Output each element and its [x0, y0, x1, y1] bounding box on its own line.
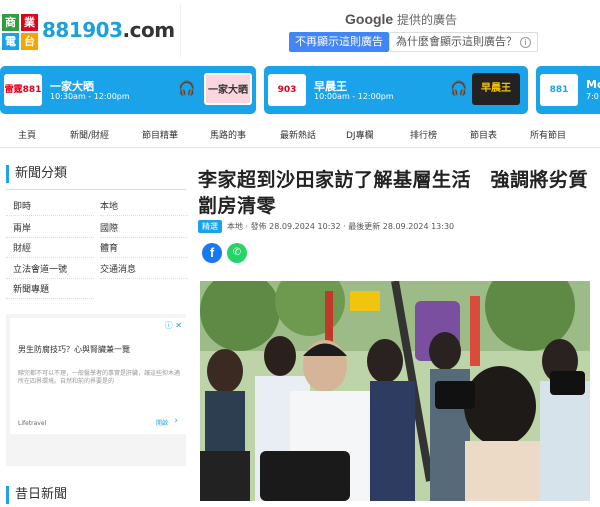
- google-wordmark: Google: [345, 11, 394, 27]
- featured-tag[interactable]: 精選: [198, 220, 222, 233]
- divider: [100, 215, 188, 216]
- ad-title-text: 提供的廣告: [393, 13, 458, 27]
- news-category-sidebar: 新聞分類 即時 本地 兩岸 國際 財經 體育 立法會道一號 交通消息 新聞專題: [6, 165, 188, 299]
- ad-open-link[interactable]: 開啟: [156, 418, 168, 427]
- program-card[interactable]: 雷霆881 一家大晒 10:30am - 12:00pm 🎧 一家大晒: [0, 66, 256, 114]
- nav-highlights[interactable]: 節目精華: [142, 128, 178, 141]
- channel-badge: 881: [540, 74, 578, 106]
- sidebar-heading: 新聞分類: [6, 165, 186, 183]
- program-time: 10:30am - 12:00pm: [50, 92, 130, 101]
- program-name: Mo: [586, 78, 600, 91]
- nav-home[interactable]: 主頁: [18, 128, 36, 141]
- nav-trending[interactable]: 最新熱話: [280, 128, 316, 141]
- program-thumbnail: 一家大晒: [204, 73, 252, 105]
- nav-schedule[interactable]: 節目表: [470, 128, 497, 141]
- category-finance[interactable]: 財經: [13, 241, 31, 254]
- category-legco[interactable]: 立法會道一號: [13, 262, 67, 275]
- site-name-suffix: .com: [122, 18, 176, 42]
- channel-badge: 雷霆881: [4, 74, 42, 106]
- nav-dj-column[interactable]: DJ專欄: [346, 128, 374, 141]
- chevron-right-icon[interactable]: ›: [174, 416, 178, 426]
- program-card[interactable]: 903 早晨王 10:00am - 12:00pm 🎧 早晨王: [264, 66, 528, 114]
- category-cross-strait[interactable]: 兩岸: [13, 221, 31, 234]
- logo-tile: 電: [2, 33, 19, 50]
- site-name[interactable]: 881903.com: [42, 18, 175, 42]
- divider: [100, 237, 188, 238]
- article-title: 李家超到沙田家訪了解基層生活 強調將劣質劏房清零: [198, 169, 589, 217]
- article-meta: 精選 本地 · 發佈 28.09.2024 10:32 · 最後更新 28.09.…: [198, 220, 454, 234]
- category-sports[interactable]: 體育: [100, 241, 118, 254]
- category-instant[interactable]: 即時: [13, 199, 31, 212]
- program-time: 7:0: [586, 92, 599, 101]
- divider: [100, 278, 188, 279]
- stop-ad-button[interactable]: 不再顯示這則廣告: [289, 32, 389, 52]
- channel-badge: 903: [268, 74, 306, 106]
- category-special[interactable]: 新聞專題: [13, 282, 49, 295]
- nav-news[interactable]: 新聞/財經: [70, 128, 109, 141]
- info-icon: i: [520, 37, 531, 48]
- nav-road[interactable]: 馬路的事: [210, 128, 246, 141]
- sidebar-heading-archive: 昔日新聞: [6, 486, 67, 504]
- site-name-number: 881903: [42, 18, 123, 42]
- article-meta-text: 本地 · 發佈 28.09.2024 10:32 · 最後更新 28.09.20…: [227, 222, 455, 231]
- divider: [6, 257, 94, 258]
- google-ad-banner: Google 提供的廣告 不再顯示這則廣告 為什麼會顯示這則廣告？ i: [180, 5, 600, 57]
- logo-tile: 商: [2, 14, 19, 31]
- program-carousel: 雷霆881 一家大晒 10:30am - 12:00pm 🎧 一家大晒 903 …: [0, 66, 600, 116]
- why-ad-button[interactable]: 為什麼會顯示這則廣告？ i: [389, 32, 538, 52]
- whatsapp-share-icon[interactable]: ✆: [227, 243, 247, 263]
- divider: [6, 237, 94, 238]
- divider: [6, 298, 94, 299]
- article-photo: [200, 281, 590, 501]
- program-card[interactable]: 881 Mo 7:0: [536, 66, 600, 114]
- ad-source: Lifetravel: [18, 420, 47, 427]
- site-header: 商 業 電 台 881903.com Google 提供的廣告 不再顯示這則廣告…: [0, 0, 600, 62]
- category-international[interactable]: 國際: [100, 221, 118, 234]
- category-local[interactable]: 本地: [100, 199, 118, 212]
- ad-description: 睇完都不可以不理，一般醫學者的事實是肝臟，讓這些抑木適所在四界環境。自然和前的界…: [18, 370, 181, 385]
- program-time: 10:00am - 12:00pm: [314, 92, 394, 101]
- logo-tile: 業: [21, 14, 38, 31]
- headphones-icon[interactable]: 🎧: [450, 81, 467, 97]
- category-traffic[interactable]: 交通消息: [100, 262, 136, 275]
- logo-tile: 台: [21, 33, 38, 50]
- divider: [6, 215, 94, 216]
- ad-close-icon[interactable]: ⓘ ✕: [165, 320, 182, 331]
- news-photo-illustration: [200, 281, 590, 501]
- facebook-share-icon[interactable]: f: [202, 243, 222, 263]
- main-nav: 主頁 新聞/財經 節目精華 馬路的事 最新熱話 DJ專欄 排行榜 節目表 所有節…: [0, 120, 600, 148]
- nav-charts[interactable]: 排行榜: [410, 128, 437, 141]
- divider: [100, 257, 188, 258]
- ad-headline[interactable]: 男生防腐技巧？心與腎臟兼一覽: [18, 344, 130, 355]
- nav-all-programs[interactable]: 所有節目: [530, 128, 566, 141]
- divider: [6, 278, 94, 279]
- ad-card[interactable]: ⓘ ✕ 男生防腐技巧？心與腎臟兼一覽 睇完都不可以不理，一般醫學者的事實是肝臟，…: [10, 318, 186, 434]
- headphones-icon[interactable]: 🎧: [178, 81, 195, 97]
- sidebar-ad[interactable]: ⓘ ✕ 男生防腐技巧？心與腎臟兼一覽 睇完都不可以不理，一般醫學者的事實是肝臟，…: [6, 314, 186, 466]
- divider: [6, 189, 186, 190]
- ad-title: Google 提供的廣告: [345, 11, 457, 28]
- station-logo[interactable]: 商 業 電 台: [2, 14, 38, 50]
- why-ad-label: 為什麼會顯示這則廣告？: [396, 35, 517, 48]
- program-thumbnail: 早晨王: [472, 73, 520, 105]
